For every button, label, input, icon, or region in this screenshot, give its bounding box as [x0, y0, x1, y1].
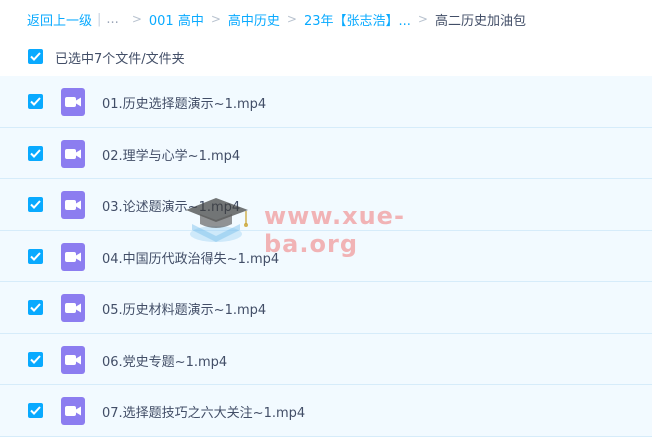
divider: | — [97, 11, 102, 27]
chevron-right-icon: > — [417, 12, 428, 26]
video-file-icon — [61, 345, 85, 374]
breadcrumb-item-gaozhong[interactable]: 001 高中 — [149, 10, 204, 29]
breadcrumb-ellipsis[interactable]: ... — [106, 12, 118, 27]
breadcrumb: 返回上一级 | ... > 001 高中 > 高中历史 > 23年【张志浩】..… — [27, 10, 526, 29]
chevron-right-icon: > — [286, 12, 297, 26]
back-link[interactable]: 返回上一级 — [27, 10, 92, 29]
list-item[interactable]: 03.论述题演示~1.mp4 — [0, 179, 652, 231]
file-list: 01.历史选择题演示~1.mp4 02.理学与心学~1.mp4 03.论述题演示… — [0, 76, 652, 437]
breadcrumb-current: 高二历史加油包 — [434, 13, 526, 29]
row-checkbox[interactable] — [28, 351, 43, 367]
row-checkbox[interactable] — [28, 403, 43, 418]
row-checkbox[interactable] — [28, 145, 43, 161]
row-checkbox[interactable] — [28, 94, 43, 109]
video-file-icon — [61, 88, 85, 116]
check-icon — [30, 354, 41, 364]
list-item[interactable]: 02.理学与心学~1.mp4 — [0, 127, 652, 179]
list-item[interactable]: 01.历史选择题演示~1.mp4 — [0, 76, 652, 128]
file-name[interactable]: 04.中国历代政治得失~1.mp4 — [102, 248, 279, 267]
video-file-icon — [61, 242, 85, 271]
check-icon — [30, 148, 41, 158]
file-name[interactable]: 03.论述题演示~1.mp4 — [102, 196, 240, 215]
list-item[interactable]: 05.历史材料题演示~1.mp4 — [0, 282, 652, 334]
check-icon — [30, 97, 41, 106]
file-name[interactable]: 07.选择题技巧之六大关注~1.mp4 — [102, 402, 305, 421]
video-file-icon — [61, 191, 85, 219]
check-icon — [30, 52, 41, 61]
chevron-right-icon: > — [210, 12, 221, 26]
breadcrumb-item-course[interactable]: 23年【张志浩】... — [304, 10, 411, 29]
select-all-checkbox[interactable] — [28, 49, 43, 64]
list-item[interactable]: 07.选择题技巧之六大关注~1.mp4 — [0, 385, 652, 437]
row-checkbox[interactable] — [28, 248, 43, 264]
list-item[interactable]: 06.党史专题~1.mp4 — [0, 333, 652, 385]
file-name[interactable]: 01.历史选择题演示~1.mp4 — [102, 93, 266, 112]
list-item[interactable]: 04.中国历代政治得失~1.mp4 — [0, 230, 652, 282]
file-name[interactable]: 06.党史专题~1.mp4 — [102, 351, 227, 370]
video-file-icon — [61, 397, 85, 425]
row-checkbox[interactable] — [28, 197, 43, 212]
file-name[interactable]: 05.历史材料题演示~1.mp4 — [102, 299, 266, 318]
chevron-right-icon: > — [131, 12, 142, 26]
selection-bar: 已选中7个文件/文件夹 — [0, 38, 652, 76]
breadcrumb-item-history[interactable]: 高中历史 — [228, 10, 280, 29]
row-checkbox[interactable] — [28, 300, 43, 315]
file-name[interactable]: 02.理学与心学~1.mp4 — [102, 145, 240, 164]
check-icon — [30, 251, 41, 261]
check-icon — [30, 200, 41, 209]
selection-count-text: 已选中7个文件/文件夹 — [55, 52, 185, 67]
check-icon — [30, 406, 41, 415]
check-icon — [30, 303, 41, 312]
video-file-icon — [61, 139, 85, 168]
video-file-icon — [61, 294, 85, 322]
